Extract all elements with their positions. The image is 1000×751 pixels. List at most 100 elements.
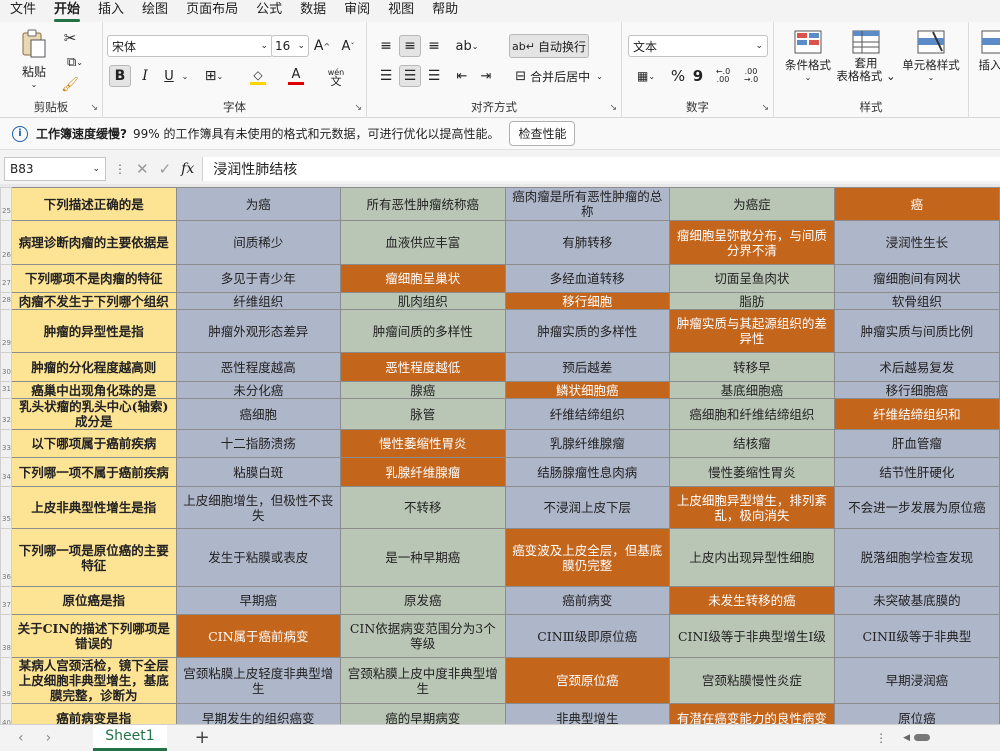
question-cell[interactable]: 某病人宫颈活检，镜下全层上皮细胞非典型增生，基底膜完整，诊断为 xyxy=(11,658,176,704)
format-painter-icon[interactable]: 🖌 xyxy=(58,75,82,95)
option-cell[interactable]: 不浸润上皮下层 xyxy=(505,487,669,529)
option-cell[interactable]: 软骨组织 xyxy=(834,293,999,310)
cell-styles-button[interactable]: 单元格样式 ⌄ xyxy=(896,30,966,94)
question-cell[interactable]: 病理诊断肉瘤的主要依据是 xyxy=(11,221,176,265)
row-number[interactable]: 30 xyxy=(1,353,12,382)
option-cell[interactable]: 发生于粘膜或表皮 xyxy=(176,529,340,587)
question-cell[interactable]: 上皮非典型性增生是指 xyxy=(11,487,176,529)
option-cell[interactable]: 宫颈粘膜上皮中度非典型增生 xyxy=(341,658,505,704)
question-cell[interactable]: 癌前病变是指 xyxy=(11,704,176,725)
option-cell[interactable]: 转移早 xyxy=(669,353,834,382)
clipboard-launcher-icon[interactable]: ↘ xyxy=(90,103,98,113)
option-cell[interactable]: 为癌症 xyxy=(669,188,834,221)
check-performance-button[interactable]: 检查性能 xyxy=(509,121,575,146)
cancel-icon[interactable]: ✕ xyxy=(136,160,149,178)
option-cell[interactable]: 慢性萎缩性胃炎 xyxy=(341,430,505,458)
option-cell[interactable]: 肿瘤实质与其起源组织的差异性 xyxy=(669,310,834,353)
question-cell[interactable]: 以下哪项属于癌前疾病 xyxy=(11,430,176,458)
option-cell[interactable]: 脉管 xyxy=(341,399,505,430)
increase-decimal-icon[interactable]: ←.0.00 xyxy=(710,65,736,87)
increase-indent-icon[interactable]: ⇥ xyxy=(475,65,497,87)
option-cell[interactable]: 基底细胞癌 xyxy=(669,382,834,399)
option-cell[interactable]: 恶性程度越高 xyxy=(176,353,340,382)
option-cell[interactable]: 早期发生的组织癌变 xyxy=(176,704,340,725)
option-cell[interactable]: CINⅡ级等于非典型 xyxy=(834,615,999,658)
option-cell[interactable]: 粘膜白斑 xyxy=(176,458,340,487)
row-number[interactable]: 25 xyxy=(1,188,12,221)
align-center-icon[interactable]: ☰ xyxy=(399,65,421,87)
accounting-format-icon[interactable]: ▦⌄ xyxy=(630,65,662,87)
align-left-icon[interactable]: ☰ xyxy=(375,65,397,87)
shrink-font-button[interactable]: Aˇ xyxy=(337,35,359,57)
insert-function-icon[interactable]: fx xyxy=(181,161,194,177)
question-cell[interactable]: 原位癌是指 xyxy=(11,587,176,615)
option-cell[interactable]: 所有恶性肿瘤统称癌 xyxy=(341,188,505,221)
row-number[interactable]: 39 xyxy=(1,658,12,704)
option-cell[interactable]: 癌肉瘤是所有恶性肿瘤的总称 xyxy=(505,188,669,221)
option-cell[interactable]: 十二指肠溃疡 xyxy=(176,430,340,458)
option-cell[interactable]: 乳腺纤维腺瘤 xyxy=(341,458,505,487)
menu-formulas[interactable]: 公式 xyxy=(246,0,290,22)
option-cell[interactable]: 癌细胞 xyxy=(176,399,340,430)
row-number[interactable]: 38 xyxy=(1,615,12,658)
option-cell[interactable]: 上皮内出现异型性细胞 xyxy=(669,529,834,587)
question-cell[interactable]: 肿瘤的异型性是指 xyxy=(11,310,176,353)
alignment-launcher-icon[interactable]: ↘ xyxy=(609,103,617,113)
question-cell[interactable]: 下列哪一项不属于癌前疾病 xyxy=(11,458,176,487)
row-number[interactable]: 29 xyxy=(1,310,12,353)
orientation-icon[interactable]: ab⌄ xyxy=(451,35,483,57)
option-cell[interactable]: 术后越易复发 xyxy=(834,353,999,382)
number-launcher-icon[interactable]: ↘ xyxy=(761,103,769,113)
option-cell[interactable]: 不转移 xyxy=(341,487,505,529)
question-cell[interactable]: 下列描述正确的是 xyxy=(11,188,176,221)
option-cell[interactable]: 肿瘤间质的多样性 xyxy=(341,310,505,353)
row-number[interactable]: 37 xyxy=(1,587,12,615)
option-cell[interactable]: 宫颈粘膜慢性炎症 xyxy=(669,658,834,704)
cut-icon[interactable]: ✂ xyxy=(58,28,82,48)
option-cell[interactable]: 肿瘤实质的多样性 xyxy=(505,310,669,353)
grow-font-button[interactable]: A^ xyxy=(311,35,333,57)
option-cell[interactable]: 非典型增生 xyxy=(505,704,669,725)
menu-data[interactable]: 数据 xyxy=(290,0,334,22)
option-cell[interactable]: 上皮细胞异型增生，排列紊乱，极向消失 xyxy=(669,487,834,529)
bold-button[interactable]: B xyxy=(109,65,131,87)
option-cell[interactable]: 浸润性生长 xyxy=(834,221,999,265)
option-cell[interactable]: 间质稀少 xyxy=(176,221,340,265)
underline-dropdown-icon[interactable]: ⌄ xyxy=(180,65,190,87)
option-cell[interactable]: CINⅠ级等于非典型增生Ⅰ级 xyxy=(669,615,834,658)
option-cell[interactable]: 不会进一步发展为原位癌 xyxy=(834,487,999,529)
option-cell[interactable]: 癌变波及上皮全层，但基底膜仍完整 xyxy=(505,529,669,587)
option-cell[interactable]: 瘤细胞呈弥散分布，与间质分界不清 xyxy=(669,221,834,265)
font-size-select[interactable]: 16⌄ xyxy=(271,35,309,57)
option-cell[interactable]: 早期癌 xyxy=(176,587,340,615)
add-sheet-button[interactable]: + xyxy=(195,727,210,748)
row-number[interactable]: 34 xyxy=(1,458,12,487)
borders-icon[interactable]: ⊞⌄ xyxy=(198,65,230,87)
row-number[interactable]: 33 xyxy=(1,430,12,458)
option-cell[interactable]: CINⅢ级即原位癌 xyxy=(505,615,669,658)
question-cell[interactable]: 肉瘤不发生于下列哪个组织 xyxy=(11,293,176,310)
formula-options-icon[interactable]: ⋮ xyxy=(114,162,126,176)
question-cell[interactable]: 癌巢中出现角化珠的是 xyxy=(11,382,176,399)
enter-icon[interactable]: ✓ xyxy=(159,160,172,178)
option-cell[interactable]: 癌前病变 xyxy=(505,587,669,615)
option-cell[interactable]: 鳞状细胞癌 xyxy=(505,382,669,399)
option-cell[interactable]: 预后越差 xyxy=(505,353,669,382)
menu-home[interactable]: 开始 xyxy=(44,0,88,22)
menu-insert[interactable]: 插入 xyxy=(88,0,132,22)
number-format-select[interactable]: 文本⌄ xyxy=(628,35,768,57)
question-cell[interactable]: 下列哪项不是肉瘤的特征 xyxy=(11,265,176,293)
option-cell[interactable]: 瘤细胞间有网状 xyxy=(834,265,999,293)
option-cell[interactable]: 多见于青少年 xyxy=(176,265,340,293)
option-cell[interactable]: 结核瘤 xyxy=(669,430,834,458)
row-number[interactable]: 35 xyxy=(1,487,12,529)
align-top-icon[interactable]: ≡ xyxy=(375,35,397,57)
option-cell[interactable]: 未分化癌 xyxy=(176,382,340,399)
option-cell[interactable]: 肿瘤外观形态差异 xyxy=(176,310,340,353)
row-number[interactable]: 26 xyxy=(1,221,12,265)
option-cell[interactable]: CIN依据病变范围分为3个等级 xyxy=(341,615,505,658)
sheet-tab-sheet1[interactable]: Sheet1 xyxy=(93,725,166,751)
option-cell[interactable]: 移行细胞 xyxy=(505,293,669,310)
italic-button[interactable]: I xyxy=(134,65,156,87)
font-launcher-icon[interactable]: ↘ xyxy=(354,103,362,113)
